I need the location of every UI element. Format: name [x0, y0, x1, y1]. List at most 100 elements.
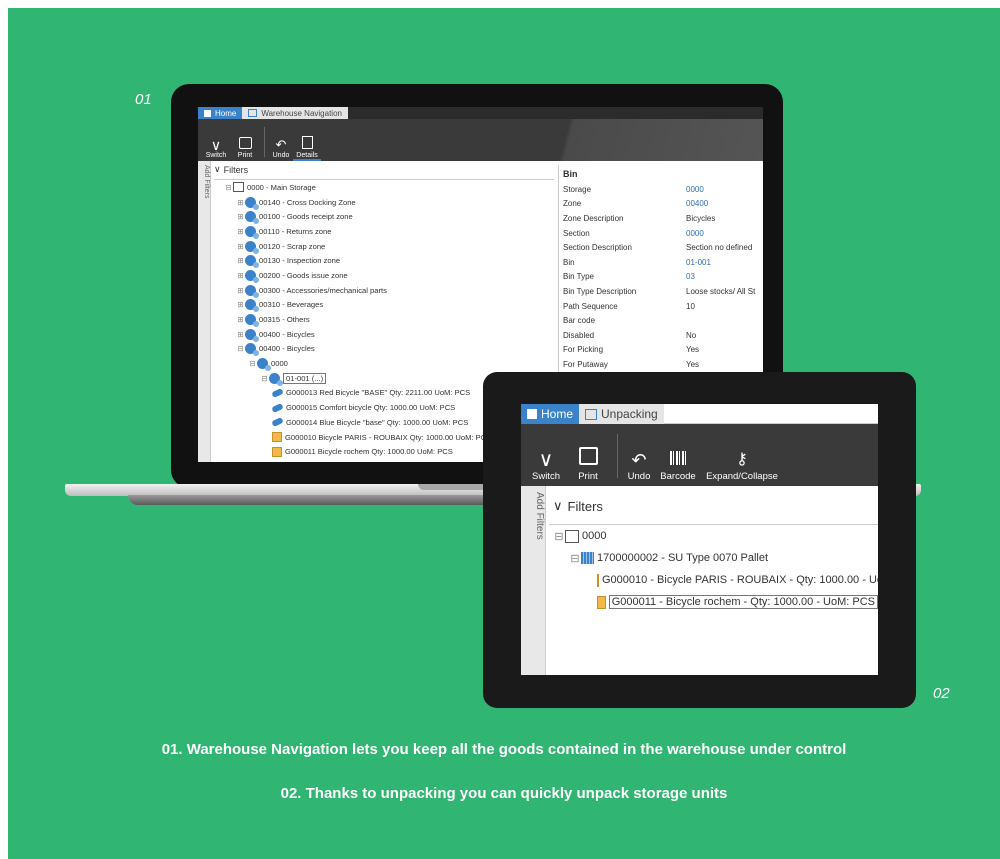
separator [264, 127, 265, 157]
bin-value: Loose stocks/ All St [686, 286, 756, 296]
add-filters-label: Add Filters [534, 492, 545, 540]
expand-icon: ⊞ [237, 270, 244, 280]
tree-zone[interactable]: ⊞ 00400 - Bicycles [214, 327, 554, 342]
bin-value: Bicycles [686, 213, 716, 223]
tab-bar: Home Warehouse Navigation [198, 107, 763, 119]
bin-value: No [686, 330, 697, 340]
switch-label: Switch [532, 471, 560, 482]
bin-key: Section [563, 228, 590, 238]
tree-label: 0000 [271, 359, 288, 369]
tree-root[interactable]: ⊟ 0000 [549, 525, 878, 547]
package-icon [272, 446, 282, 457]
tree-zone[interactable]: ⊞ 00200 - Goods issue zone [214, 268, 554, 283]
tab-warehouse-navigation[interactable]: Warehouse Navigation [242, 107, 348, 119]
tree-label: G000013 Red Bicycle "BASE" Qty: 2211.00 … [286, 388, 471, 398]
tree-zone[interactable]: ⊞ 00140 - Cross Docking Zone [214, 195, 554, 210]
zone-icon [245, 211, 259, 225]
barcode-button[interactable]: Barcode [654, 426, 702, 486]
expand-icon: ⊞ [237, 256, 244, 266]
collapse-icon: ⊟ [554, 530, 564, 543]
label-02: 02 [933, 685, 950, 702]
undo-icon: ↶ [275, 137, 287, 152]
filters-header[interactable]: ∨ Filters [214, 164, 248, 175]
tab-home-label: Home [215, 108, 237, 118]
bin-key: Bin Type [563, 272, 594, 282]
barcode-icon [670, 451, 686, 465]
switch-button[interactable]: ∨ Switch [202, 121, 230, 161]
undo-button[interactable]: ↶ Undo [624, 426, 654, 486]
expand-icon: ⊞ [237, 226, 244, 236]
bin-value[interactable]: 00400 [686, 199, 708, 208]
bin-value[interactable]: 03 [686, 272, 695, 281]
tab-unpacking[interactable]: Unpacking [579, 404, 664, 424]
bin-key: Bar code [563, 316, 596, 326]
tree-zone[interactable]: ⊞ 00310 - Beverages [214, 298, 554, 313]
tab-home[interactable]: Home [198, 107, 243, 119]
switch-label: Switch [205, 152, 227, 159]
separator [617, 434, 618, 478]
printer-icon [578, 447, 598, 465]
tree-label: 1700000002 - SU Type 0070 Pallet [597, 552, 769, 564]
map-icon [233, 182, 244, 193]
tree-zone[interactable]: ⊞ 00300 - Accessories/mechanical parts [214, 283, 554, 298]
bin-value[interactable]: 01-001 [686, 258, 711, 267]
expand-icon: ⊞ [237, 197, 244, 207]
add-filters-strip[interactable]: Add Filters [521, 486, 546, 675]
zone-icon [245, 196, 259, 210]
add-filters-strip[interactable]: Add Filters [198, 161, 211, 462]
bin-row-disabled: Disabled No [559, 328, 763, 343]
tree-item-selected[interactable]: G000011 - Bicycle rochem - Qty: 1000.00 … [549, 591, 878, 613]
switch-button[interactable]: ∨ Switch [527, 426, 565, 486]
bin-row-for-putaway: For Putaway Yes [559, 357, 763, 372]
barcode-label: Barcode [660, 471, 696, 482]
expand-collapse-button[interactable]: ⚷ Expand/Collapse [702, 426, 782, 486]
bin-row-path-sequence: Path Sequence 10 [559, 299, 763, 314]
collapse-icon: ⊟ [225, 182, 232, 192]
tree-label: 00300 - Accessories/mechanical parts [259, 285, 387, 295]
tree-item[interactable]: G000010 - Bicycle PARIS - ROUBAIX - Qty:… [549, 569, 878, 591]
tree-zone-selected[interactable]: ⊟ 00400 - Bicycles 00400 - Bicycles [214, 342, 554, 357]
collapse-icon: ⊟ [249, 359, 256, 369]
filters-header[interactable]: ∨ Filters [553, 498, 603, 514]
tree-section[interactable]: ⊟ 0000 [214, 356, 554, 372]
marketing-banner: 01 02 Home Warehouse Navigation ∨ Switch… [8, 8, 1000, 859]
print-button[interactable]: Print [565, 426, 611, 486]
print-button[interactable]: Print [230, 121, 260, 161]
bin-key: For Picking [563, 345, 604, 355]
zone-icon [245, 240, 259, 254]
bin-key: Disabled [563, 330, 595, 340]
tree-label: G000011 Bicycle rochem Qty: 1000.00 UoM:… [285, 447, 453, 457]
tree-zone[interactable]: ⊞ 00315 - Others [214, 312, 554, 328]
caption-line-2: 02. Thanks to unpacking you can quickly … [280, 785, 728, 802]
expand-icon: ⊞ [237, 329, 244, 339]
details-button[interactable]: Details [293, 121, 321, 161]
pill-icon [271, 417, 284, 428]
tree-zone[interactable]: ⊞ 00120 - Scrap zone [214, 239, 554, 254]
tree-label: 00400 - Bicycles [259, 329, 315, 339]
pill-icon [271, 387, 284, 399]
tab-home[interactable]: Home [521, 404, 580, 424]
zone-icon [245, 343, 259, 357]
bin-row-zone-description: Zone Description Bicycles [559, 211, 763, 226]
tree-label: 01-001 (...) [283, 372, 327, 384]
zone-icon [245, 269, 259, 283]
zone-icon [245, 314, 259, 328]
bin-row-section-description: Section Description Section no defined [559, 240, 763, 255]
bin-value[interactable]: 0000 [686, 229, 704, 238]
bin-key: Zone Description [563, 213, 624, 223]
filters-label: Filters [223, 164, 249, 175]
tree-label: 00140 - Cross Docking Zone [259, 197, 356, 207]
tree-zone[interactable]: ⊞ 00100 - Goods receipt zone [214, 209, 554, 225]
details-label: Details [296, 152, 318, 159]
expand-icon: ⊞ [237, 315, 244, 325]
bin-icon [269, 372, 283, 386]
undo-button[interactable]: ↶ Undo [269, 121, 293, 161]
tree-label: 00130 - Inspection zone [259, 256, 341, 266]
collapse-icon: ⊟ [261, 373, 268, 383]
tree-label: G000010 Bicycle PARIS - ROUBAIX Qty: 100… [285, 432, 492, 442]
tree-zone[interactable]: ⊞ 00110 - Returns zone [214, 224, 554, 239]
tree-su[interactable]: ⊟ 1700000002 - SU Type 0070 Pallet [549, 547, 878, 569]
tree-root[interactable]: ⊟ 0000 - Main Storage [214, 180, 554, 195]
bin-value[interactable]: 0000 [686, 185, 704, 194]
tree-zone[interactable]: ⊞ 00130 - Inspection zone [214, 253, 554, 269]
